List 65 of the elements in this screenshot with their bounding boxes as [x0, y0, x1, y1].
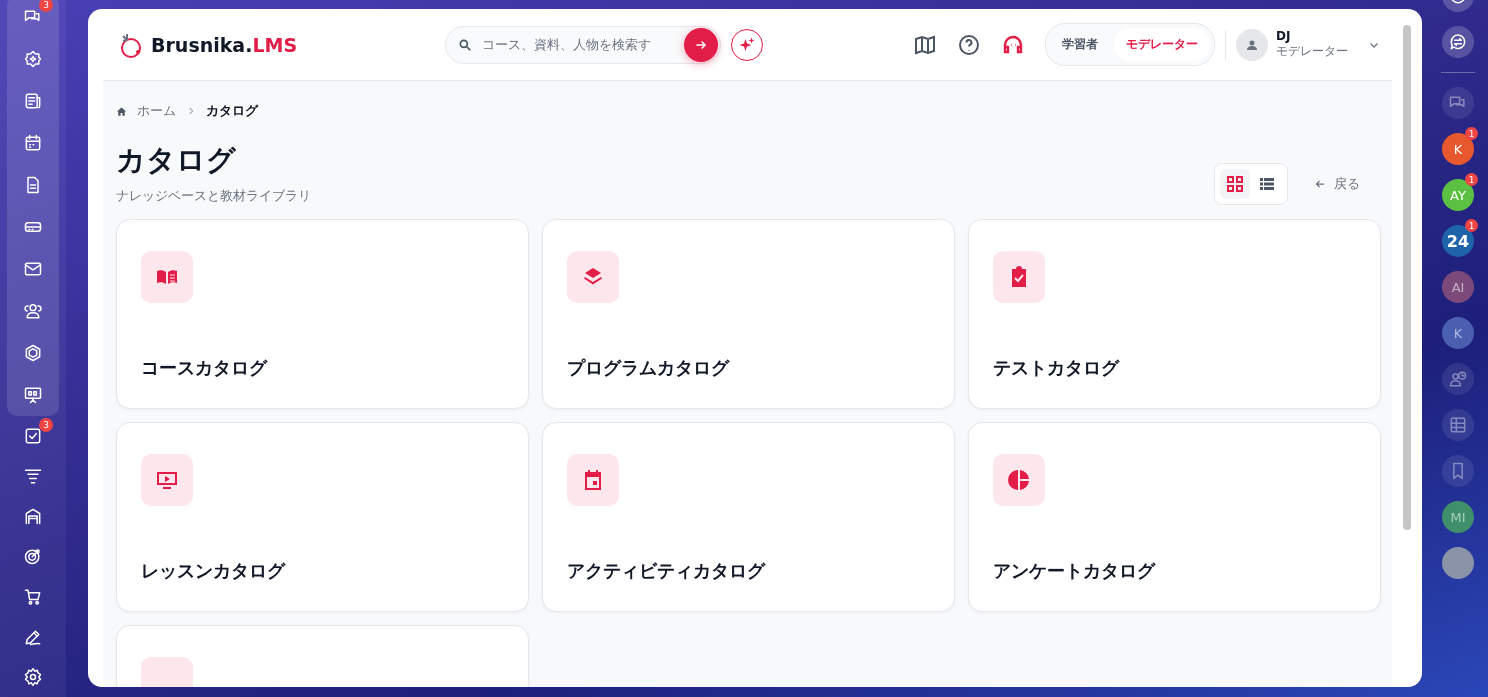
- count-badge: 3: [39, 418, 53, 432]
- card-title: コースカタログ: [141, 356, 269, 380]
- card-title: プログラムカタログ: [567, 356, 731, 380]
- table-icon[interactable]: [1442, 409, 1474, 441]
- garage-icon[interactable]: [23, 506, 43, 527]
- card-title: レッスンカタログ: [141, 559, 287, 583]
- catalog-card[interactable]: プログラムカタログ: [542, 219, 955, 409]
- gear-icon[interactable]: [23, 666, 43, 687]
- page-subtitle: ナレッジベースと教材ライブラリ: [116, 187, 311, 205]
- layers-icon: [567, 251, 619, 303]
- grid-view-button[interactable]: [1220, 169, 1250, 199]
- catalog-card[interactable]: アンケートカタログ: [968, 422, 1381, 612]
- person-clock-icon[interactable]: [1442, 363, 1474, 395]
- ai-sparkle-button[interactable]: [731, 28, 763, 61]
- home-icon: [116, 105, 127, 117]
- back-button[interactable]: 戻る: [1308, 174, 1366, 194]
- breadcrumb-item: カタログ: [206, 102, 258, 120]
- chat-arrows-icon[interactable]: [1442, 26, 1474, 58]
- count-badge: 1: [1465, 127, 1478, 140]
- search-input[interactable]: コース、資料、人物を検索す: [480, 36, 684, 53]
- chat-icon[interactable]: [1442, 87, 1474, 119]
- list-icon: [1259, 176, 1275, 192]
- person-icon: [1246, 38, 1258, 51]
- sparkle-icon[interactable]: [23, 49, 43, 69]
- mail-icon[interactable]: [23, 259, 43, 279]
- catalog-card[interactable]: テストカタログ: [968, 219, 1381, 409]
- clipboard-icon: [993, 251, 1045, 303]
- search-submit-button[interactable]: [684, 27, 718, 62]
- count-badge: 3: [39, 0, 53, 12]
- role-tab[interactable]: 学習者: [1050, 28, 1110, 61]
- user-name: DJ: [1276, 29, 1292, 43]
- chevron-right-icon: [186, 106, 196, 116]
- news-icon[interactable]: [23, 91, 43, 111]
- user-avatar[interactable]: [1236, 28, 1268, 61]
- hexagon-icon[interactable]: [23, 343, 43, 363]
- contact-avatar[interactable]: AI: [1442, 271, 1474, 303]
- calendar-icon: [567, 454, 619, 506]
- count-badge: 1: [1465, 173, 1478, 186]
- book-icon: [141, 251, 193, 303]
- user-role: モデレーター: [1276, 43, 1348, 60]
- logo-text: Brusnika.LMS: [151, 33, 298, 56]
- card-title: アクティビティカタログ: [567, 559, 767, 583]
- sparkle-icon: [738, 35, 756, 54]
- bookmark-icon[interactable]: [1442, 455, 1474, 487]
- card-title: テストカタログ: [993, 356, 1121, 380]
- board-icon[interactable]: [23, 385, 43, 405]
- help-icon[interactable]: [957, 32, 981, 57]
- pie-chart-icon: [993, 454, 1045, 506]
- card-title: アンケートカタログ: [993, 559, 1157, 583]
- arrow-left-icon: [1314, 178, 1326, 190]
- catalog-card[interactable]: レッスンカタログ: [116, 422, 529, 612]
- users-icon[interactable]: [23, 301, 43, 321]
- calendar-icon[interactable]: [23, 133, 43, 153]
- breadcrumb-item[interactable]: ホーム: [137, 102, 176, 120]
- video-icon: [141, 454, 193, 506]
- avatar-circle[interactable]: [1442, 547, 1474, 579]
- page-title: カタログ: [116, 142, 237, 179]
- grid-icon: [1227, 176, 1243, 192]
- search-icon: [458, 37, 472, 52]
- catalog-card[interactable]: コースカタログ: [116, 219, 529, 409]
- target-icon[interactable]: [23, 546, 43, 567]
- count-badge: 1: [1465, 219, 1478, 232]
- role-tab[interactable]: モデレーター: [1114, 28, 1210, 61]
- search-field[interactable]: コース、資料、人物を検索す: [445, 25, 721, 64]
- catalog-card[interactable]: アクティビティカタログ: [542, 422, 955, 612]
